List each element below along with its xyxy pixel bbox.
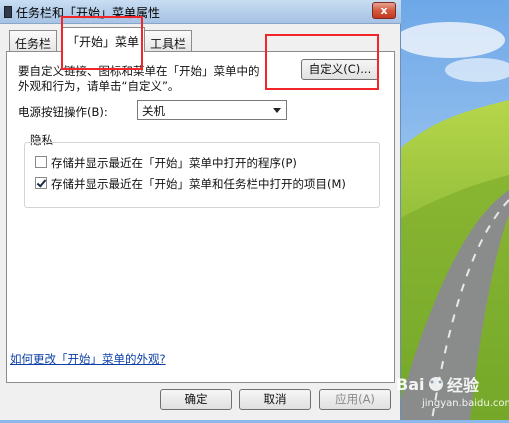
annotation-box-start-tab xyxy=(61,16,143,70)
power-button-value: 关机 xyxy=(142,104,165,118)
taskbar-icon xyxy=(4,6,12,18)
recent-programs-label[interactable]: 存储并显示最近在「开始」菜单中打开的程序(P) xyxy=(51,155,297,171)
power-button-select[interactable]: 关机 xyxy=(137,100,287,120)
annotation-box-customize xyxy=(265,34,379,90)
description-line-2: 外观和行为，请单击“自定义”。 xyxy=(18,79,180,93)
svg-text:Bai: Bai xyxy=(396,375,424,394)
recent-programs-checkbox[interactable] xyxy=(35,156,47,168)
watermark-url: jingyan.baidu.com xyxy=(422,398,509,409)
tab-taskbar[interactable]: 任务栏 xyxy=(9,30,58,52)
tab-toolbars[interactable]: 工具栏 xyxy=(144,30,193,52)
help-link[interactable]: 如何更改「开始」菜单的外观? xyxy=(10,351,166,367)
watermark-text: 经验 xyxy=(447,376,480,395)
recent-items-label[interactable]: 存储并显示最近在「开始」菜单和任务栏中打开的项目(M) xyxy=(51,176,346,192)
apply-button[interactable]: 应用(A) xyxy=(319,389,391,410)
ok-button[interactable]: 确定 xyxy=(160,389,232,410)
privacy-groupbox xyxy=(24,142,380,208)
power-button-label: 电源按钮操作(B): xyxy=(18,105,108,119)
chevron-down-icon xyxy=(273,108,281,113)
close-button[interactable]: x xyxy=(372,2,396,19)
cancel-button[interactable]: 取消 xyxy=(239,389,311,410)
recent-items-checkbox[interactable] xyxy=(35,177,47,189)
